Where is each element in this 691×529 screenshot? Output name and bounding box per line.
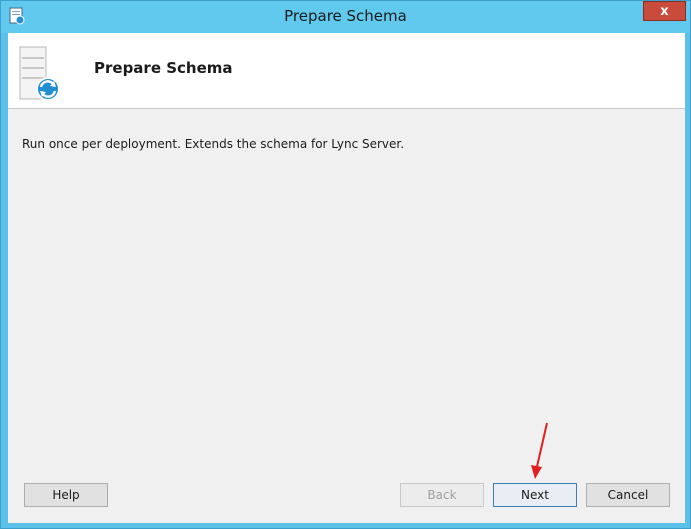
help-button[interactable]: Help — [24, 483, 108, 507]
annotation-arrow — [531, 422, 548, 479]
step-description: Run once per deployment. Extends the sch… — [22, 137, 405, 151]
close-button[interactable]: x — [643, 1, 686, 21]
cancel-button[interactable]: Cancel — [586, 483, 670, 507]
close-icon: x — [660, 3, 669, 19]
page-header: Prepare Schema — [8, 33, 685, 108]
content-area: Run once per deployment. Extends the sch… — [8, 109, 685, 523]
page-title: Prepare Schema — [94, 59, 233, 77]
back-button[interactable]: Back — [400, 483, 484, 507]
title-bar: Prepare Schema x — [1, 1, 690, 33]
server-sync-icon — [18, 45, 64, 103]
window-title: Prepare Schema — [284, 7, 407, 25]
next-button[interactable]: Next — [493, 483, 577, 507]
prepare-schema-window: Prepare Schema x Prepare Schema Run once… — [0, 0, 691, 529]
